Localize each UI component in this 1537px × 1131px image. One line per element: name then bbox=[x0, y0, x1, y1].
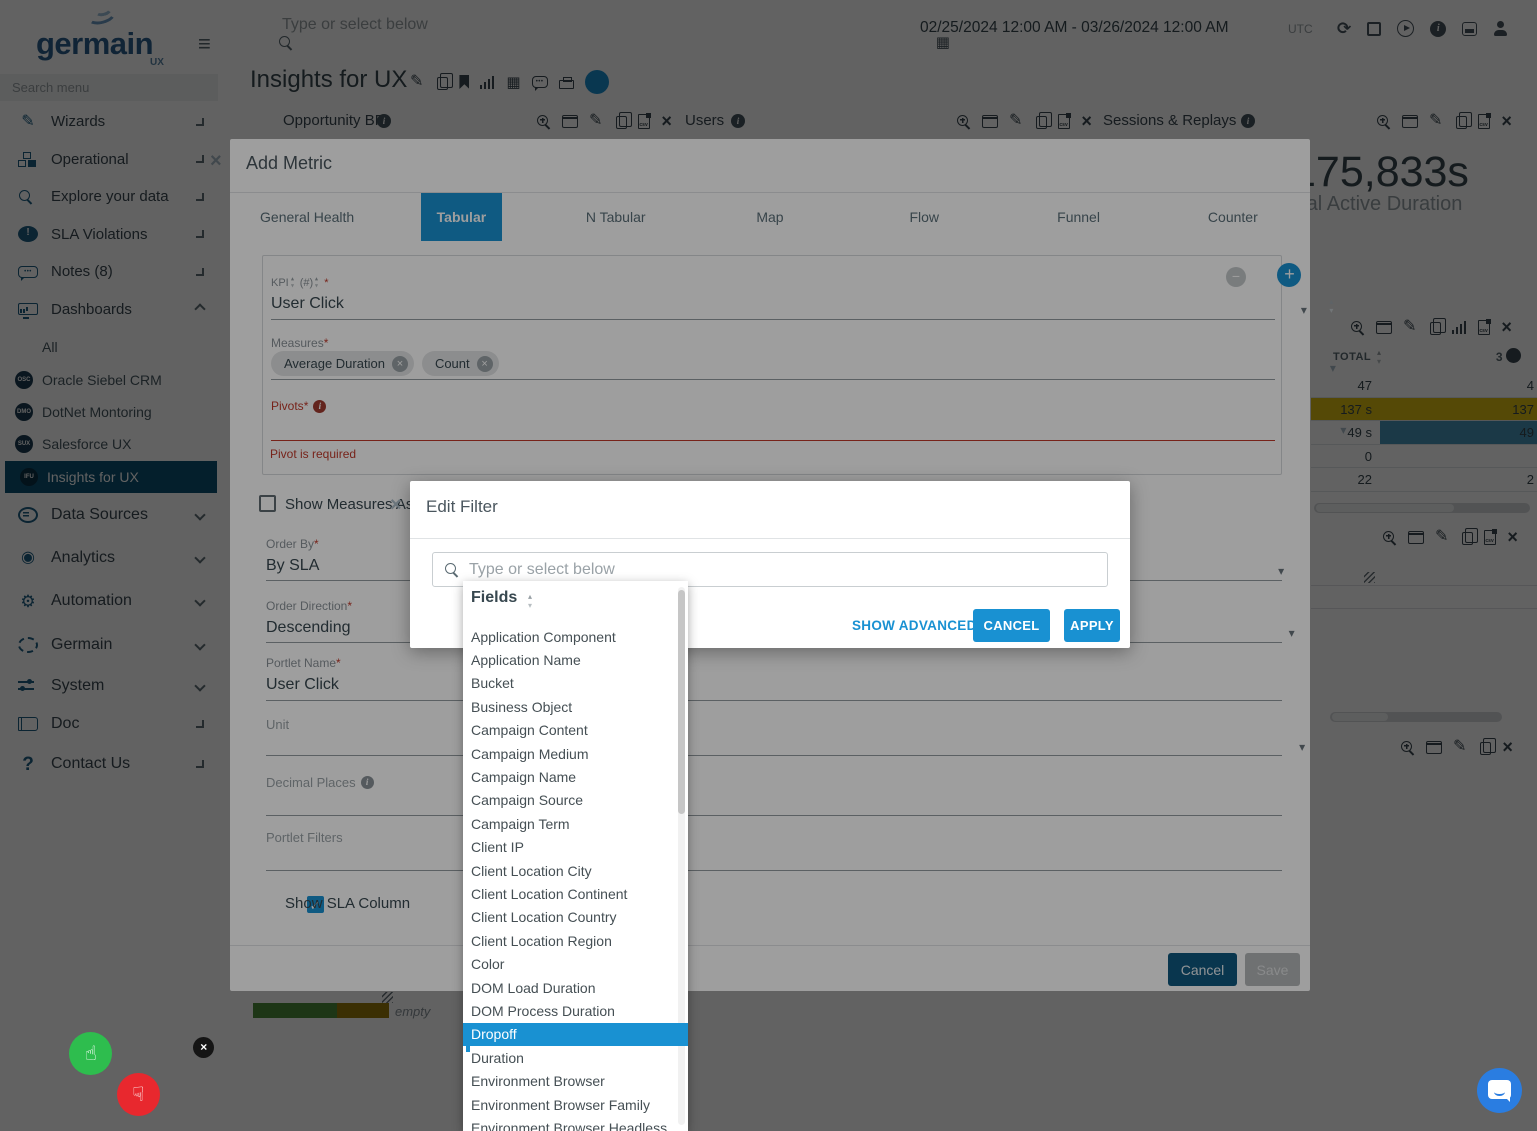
dropdown-option[interactable]: Client Location Continent bbox=[463, 882, 678, 905]
fields-dropdown: Fields Application Component Application… bbox=[463, 581, 688, 1131]
filter-search-input[interactable] bbox=[469, 557, 1089, 582]
dropdown-option[interactable]: Environment Browser Family bbox=[463, 1093, 678, 1116]
dropdown-option[interactable]: DOM Load Duration bbox=[463, 976, 678, 999]
chat-fab-button[interactable] bbox=[1477, 1068, 1522, 1113]
dropdown-option[interactable]: Environment Browser Headless bbox=[463, 1116, 678, 1131]
dropdown-option[interactable]: Bucket bbox=[463, 672, 678, 695]
apply-button[interactable]: APPLY bbox=[1064, 609, 1120, 642]
dropdown-option[interactable]: DOM Process Duration bbox=[463, 999, 678, 1022]
dropdown-option[interactable]: Color bbox=[463, 952, 678, 975]
dropdown-option[interactable]: Client Location Country bbox=[463, 906, 678, 929]
chat-bubble-icon bbox=[1488, 1080, 1511, 1099]
divider bbox=[410, 538, 1130, 539]
dropdown-option[interactable]: Campaign Source bbox=[463, 789, 678, 812]
dropdown-option[interactable]: Application Name bbox=[463, 648, 678, 671]
dropdown-option[interactable]: Client Location City bbox=[463, 859, 678, 882]
dropdown-option[interactable]: Client Location Region bbox=[463, 929, 678, 952]
dropdown-option[interactable]: Client IP bbox=[463, 836, 678, 859]
dropdown-option[interactable]: Campaign Term bbox=[463, 812, 678, 835]
dropdown-header[interactable]: Fields bbox=[471, 589, 517, 607]
dropdown-option[interactable]: Application Component bbox=[463, 625, 678, 648]
dropdown-option[interactable]: Duration bbox=[463, 1046, 678, 1069]
cancel-button[interactable]: CANCEL bbox=[973, 609, 1050, 642]
app-root: germain UX ✎ Wizards Operational bbox=[0, 0, 1537, 1131]
sort-icon[interactable] bbox=[528, 594, 537, 609]
dropdown-option[interactable]: Campaign Name bbox=[463, 765, 678, 788]
dropdown-option[interactable]: Environment Browser bbox=[463, 1069, 678, 1092]
dropdown-option[interactable]: Dropoff bbox=[463, 1023, 688, 1046]
close-icon[interactable]: × bbox=[390, 495, 402, 515]
feedback-thumbs-down-button[interactable]: ☟ bbox=[117, 1073, 160, 1116]
dropdown-list: Application Component Application Name B… bbox=[463, 625, 678, 1131]
dropdown-option[interactable]: Business Object bbox=[463, 695, 678, 718]
modal-title: Edit Filter bbox=[426, 497, 498, 517]
dropdown-option[interactable]: Campaign Medium bbox=[463, 742, 678, 765]
scrollbar-thumb[interactable] bbox=[678, 590, 685, 814]
scroll-indicator bbox=[466, 1028, 470, 1052]
search-icon bbox=[444, 562, 459, 577]
dropdown-option[interactable]: Campaign Content bbox=[463, 719, 678, 742]
show-advanced-link[interactable]: SHOW ADVANCED bbox=[852, 618, 977, 633]
